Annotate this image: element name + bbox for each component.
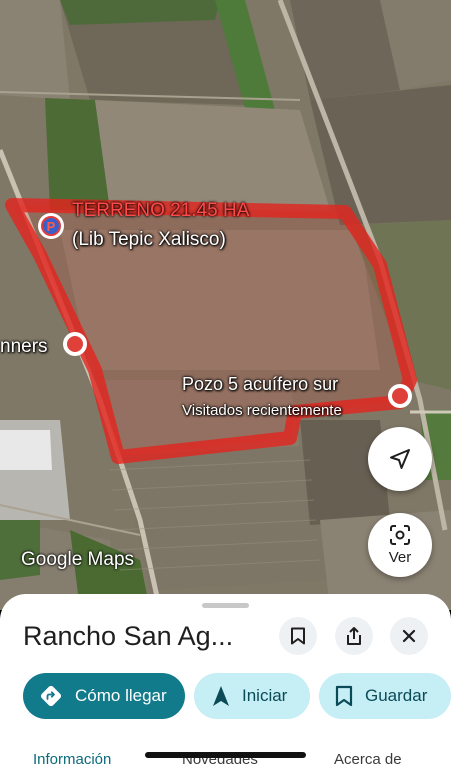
- tab-informacion[interactable]: Información: [33, 751, 111, 768]
- tab-acerca-de[interactable]: Acerca de: [334, 751, 402, 768]
- place-pin-icon[interactable]: [63, 332, 87, 356]
- start-label: Iniciar: [242, 686, 288, 705]
- start-button[interactable]: Iniciar: [194, 673, 310, 719]
- terreno-label[interactable]: TERRENO 21.45 HA: [72, 200, 249, 222]
- place-pin-icon[interactable]: [388, 384, 412, 408]
- save-label: Guardar: [365, 686, 428, 705]
- parking-glyph: P: [41, 216, 61, 236]
- navigation-arrow-icon: [390, 449, 410, 469]
- close-button[interactable]: [390, 617, 428, 655]
- map-view[interactable]: TERRENO 21.45 HA (Lib Tepic Xalisco) nne…: [0, 0, 451, 610]
- share-icon: [347, 627, 361, 645]
- directions-button[interactable]: Cómo llegar: [23, 673, 185, 719]
- directions-icon: [40, 685, 62, 707]
- lens-view-label: Ver: [388, 549, 412, 566]
- place-title: Rancho San Ag...: [23, 621, 234, 651]
- save-icon-button[interactable]: [279, 617, 317, 655]
- google-maps-logo: Google Maps: [21, 549, 135, 570]
- place-bottom-sheet[interactable]: Rancho San Ag... Cómo llegar Iniciar Gua…: [0, 594, 451, 768]
- my-location-button[interactable]: [368, 427, 432, 491]
- lens-view-button[interactable]: Ver: [368, 513, 432, 577]
- home-indicator[interactable]: [145, 752, 306, 758]
- pozo-label[interactable]: Pozo 5 acuífero sur: [182, 374, 338, 395]
- sheet-drag-handle[interactable]: [202, 603, 249, 608]
- navigation-icon: [213, 686, 229, 706]
- directions-label: Cómo llegar: [75, 686, 167, 705]
- bookmark-icon: [335, 685, 353, 707]
- parking-pin-icon[interactable]: P: [38, 213, 64, 239]
- share-button[interactable]: [335, 617, 373, 655]
- save-button[interactable]: Guardar: [319, 673, 451, 719]
- camera-lens-icon: [390, 525, 410, 545]
- close-icon: [402, 629, 416, 643]
- bookmark-icon: [291, 627, 305, 645]
- recently-visited-label: Visitados recientemente: [182, 402, 342, 419]
- terreno-sublabel[interactable]: (Lib Tepic Xalisco): [72, 229, 226, 251]
- runners-label[interactable]: nners: [0, 336, 48, 358]
